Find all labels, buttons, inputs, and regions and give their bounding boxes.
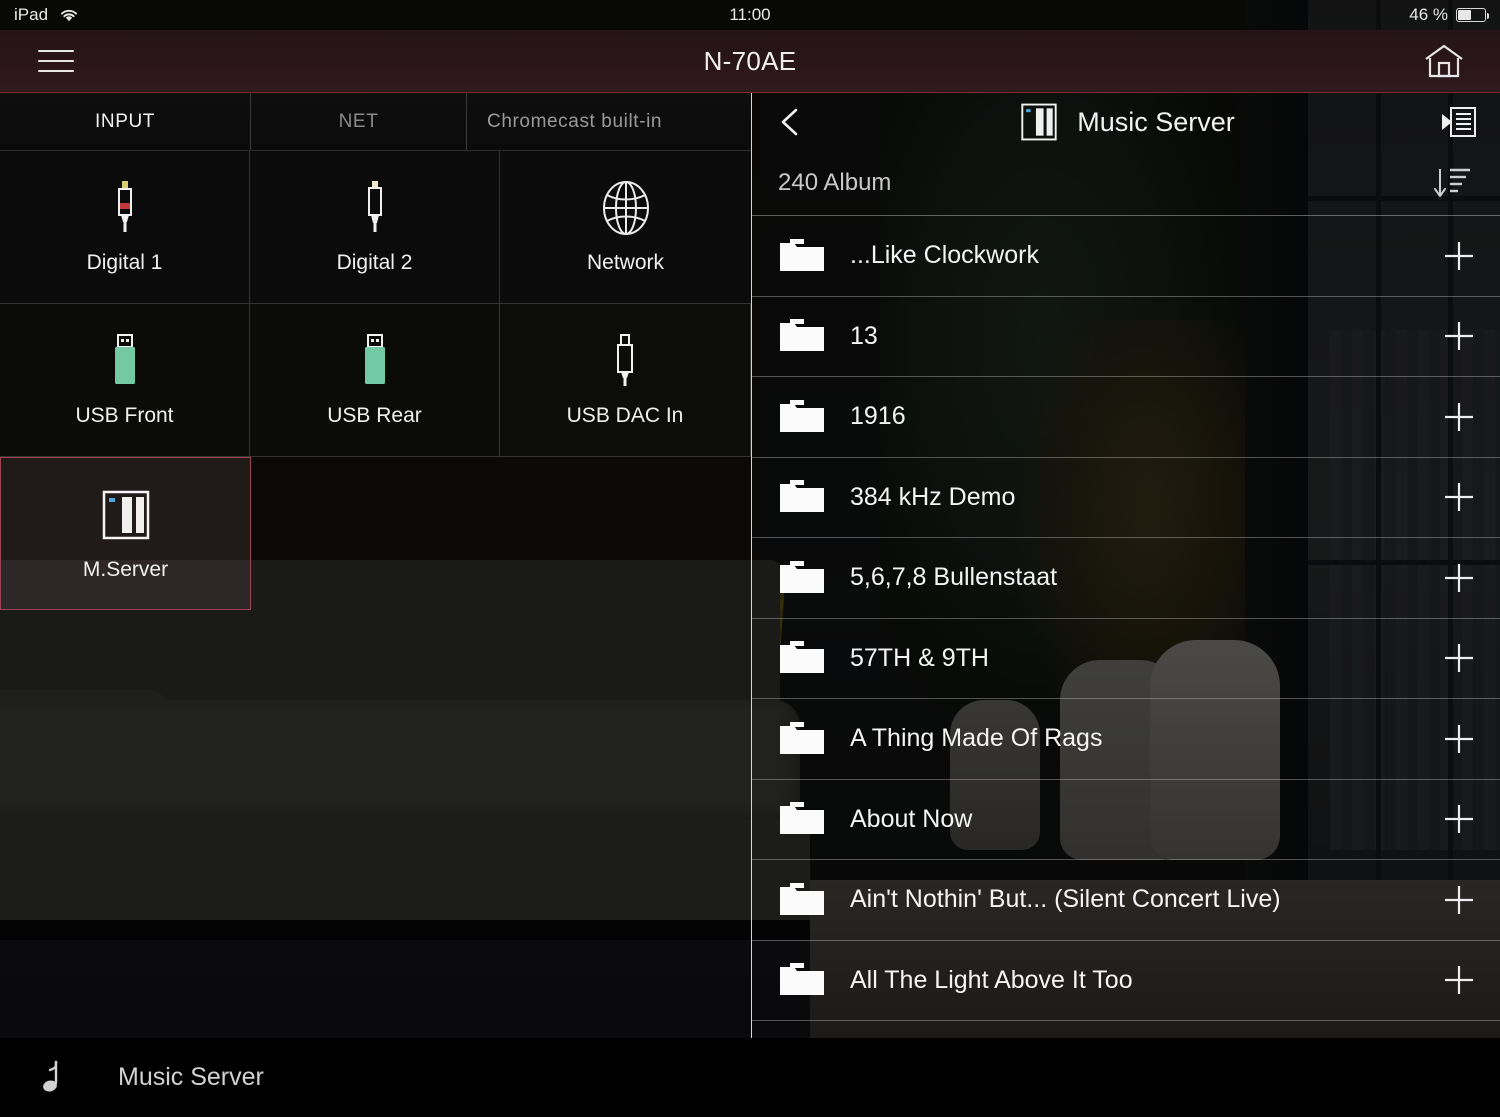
album-name: Ain't Nothin' But... (Silent Concert Liv… [850, 885, 1281, 914]
plus-icon[interactable] [1442, 641, 1476, 675]
music-note-icon [32, 1060, 66, 1096]
plus-icon[interactable] [1442, 883, 1476, 917]
app-header-bar: N-70AE [0, 30, 1500, 93]
optical-plug-icon [360, 179, 390, 237]
album-name: A Thing Made Of Rags [850, 724, 1103, 753]
input-tile-label: Network [586, 251, 665, 274]
album-count-label: 240 Album [778, 169, 892, 196]
tab-net[interactable]: NET [250, 93, 466, 150]
usb-stick-icon [358, 332, 392, 390]
album-name: 5,6,7,8 Bullenstaat [850, 563, 1058, 592]
browser-header: Music Server [752, 93, 1500, 151]
album-name: All The Light Above It Too [850, 965, 1133, 994]
input-tile-label: M.Server [82, 557, 169, 581]
tab-chromecast-built-in[interactable]: Chromecast built-in [466, 93, 751, 150]
album-row[interactable]: 384 kHz Demo [752, 458, 1500, 538]
now-playing-source-label: Music Server [118, 1063, 264, 1091]
pane-divider [751, 93, 752, 1038]
album-row[interactable]: 13 [752, 297, 1500, 377]
album-name: 1916 [850, 402, 906, 431]
folder-icon [778, 398, 826, 436]
browser-pane: Music Server 240 Album ...Like Clockwork… [752, 93, 1500, 1038]
album-row[interactable]: ...Like Clockwork [752, 216, 1500, 297]
usb-stick-icon [108, 332, 142, 390]
input-selection-pane: INPUT NET Chromecast built-in Digital 1 … [0, 93, 751, 1038]
input-tile-digital-1[interactable]: Digital 1 [0, 151, 250, 304]
music-server-icon [1017, 100, 1061, 144]
plus-icon[interactable] [1442, 802, 1476, 836]
app-root: iPad 11:00 46 % N-70AE INPUT NET Chromec… [0, 0, 1500, 1117]
input-tile-label: USB Front [75, 404, 174, 427]
input-tile-label: Digital 1 [86, 251, 163, 274]
ios-status-bar: iPad 11:00 46 % [0, 0, 1500, 30]
battery-icon [1456, 8, 1489, 22]
album-name: About Now [850, 804, 973, 833]
input-tile-label: USB Rear [327, 404, 422, 427]
status-clock: 11:00 [729, 5, 771, 24]
input-grid: Digital 1 Digital 2 Network USB Front US… [0, 151, 751, 610]
input-tile-digital-2[interactable]: Digital 2 [250, 151, 500, 304]
input-tile-usb-dac-in[interactable]: USB DAC In [500, 304, 751, 457]
album-row[interactable]: A Thing Made Of Rags [752, 699, 1500, 780]
album-row[interactable]: 5,6,7,8 Bullenstaat [752, 538, 1500, 619]
play-queue-icon[interactable] [1440, 105, 1478, 139]
input-tile-m-server[interactable]: M.Server [0, 457, 251, 610]
plus-icon[interactable] [1442, 963, 1476, 997]
browser-title: Music Server [1077, 106, 1235, 137]
now-playing-bar[interactable]: Music Server [0, 1038, 1500, 1117]
plus-icon[interactable] [1442, 480, 1476, 514]
folder-icon [778, 237, 826, 275]
folder-icon [778, 881, 826, 919]
plus-icon[interactable] [1442, 400, 1476, 434]
folder-icon [778, 559, 826, 597]
album-list[interactable]: ...Like Clockwork 13 1916 384 kHz Demo 5,6,7… [752, 215, 1500, 1021]
album-name: ...Like Clockwork [850, 241, 1039, 270]
input-tile-label: USB DAC In [566, 404, 684, 427]
input-tile-usb-rear[interactable]: USB Rear [250, 304, 500, 457]
album-name: 13 [850, 321, 878, 350]
browser-subheader: 240 Album [752, 151, 1500, 215]
browser-title-group: Music Server [752, 100, 1500, 144]
input-tile-label: Digital 2 [336, 251, 413, 274]
plus-icon[interactable] [1442, 561, 1476, 595]
back-chevron-icon[interactable] [774, 105, 808, 139]
plus-icon[interactable] [1442, 722, 1476, 756]
globe-icon [598, 179, 654, 237]
folder-icon [778, 639, 826, 677]
album-name: 384 kHz Demo [850, 482, 1016, 511]
usb-b-plug-icon [610, 332, 640, 390]
page-title: N-70AE [703, 45, 797, 76]
folder-icon [778, 961, 826, 999]
tab-input[interactable]: INPUT [0, 93, 250, 150]
album-row[interactable]: About Now [752, 780, 1500, 860]
sort-descending-icon[interactable] [1432, 163, 1474, 203]
folder-icon [778, 317, 826, 355]
music-server-icon [98, 486, 154, 544]
album-name: 57TH & 9TH [850, 643, 989, 672]
plus-icon[interactable] [1442, 239, 1476, 273]
coaxial-plug-icon [110, 179, 140, 237]
folder-icon [778, 478, 826, 516]
input-tile-network[interactable]: Network [500, 151, 751, 304]
folder-icon [778, 720, 826, 758]
source-tab-bar: INPUT NET Chromecast built-in [0, 93, 751, 151]
input-tile-usb-front[interactable]: USB Front [0, 304, 250, 457]
album-row[interactable]: 57TH & 9TH [752, 619, 1500, 699]
album-row[interactable]: Ain't Nothin' But... (Silent Concert Liv… [752, 860, 1500, 941]
folder-icon [778, 800, 826, 838]
album-row[interactable]: All The Light Above It Too [752, 941, 1500, 1021]
plus-icon[interactable] [1442, 319, 1476, 353]
album-row[interactable]: 1916 [752, 377, 1500, 458]
